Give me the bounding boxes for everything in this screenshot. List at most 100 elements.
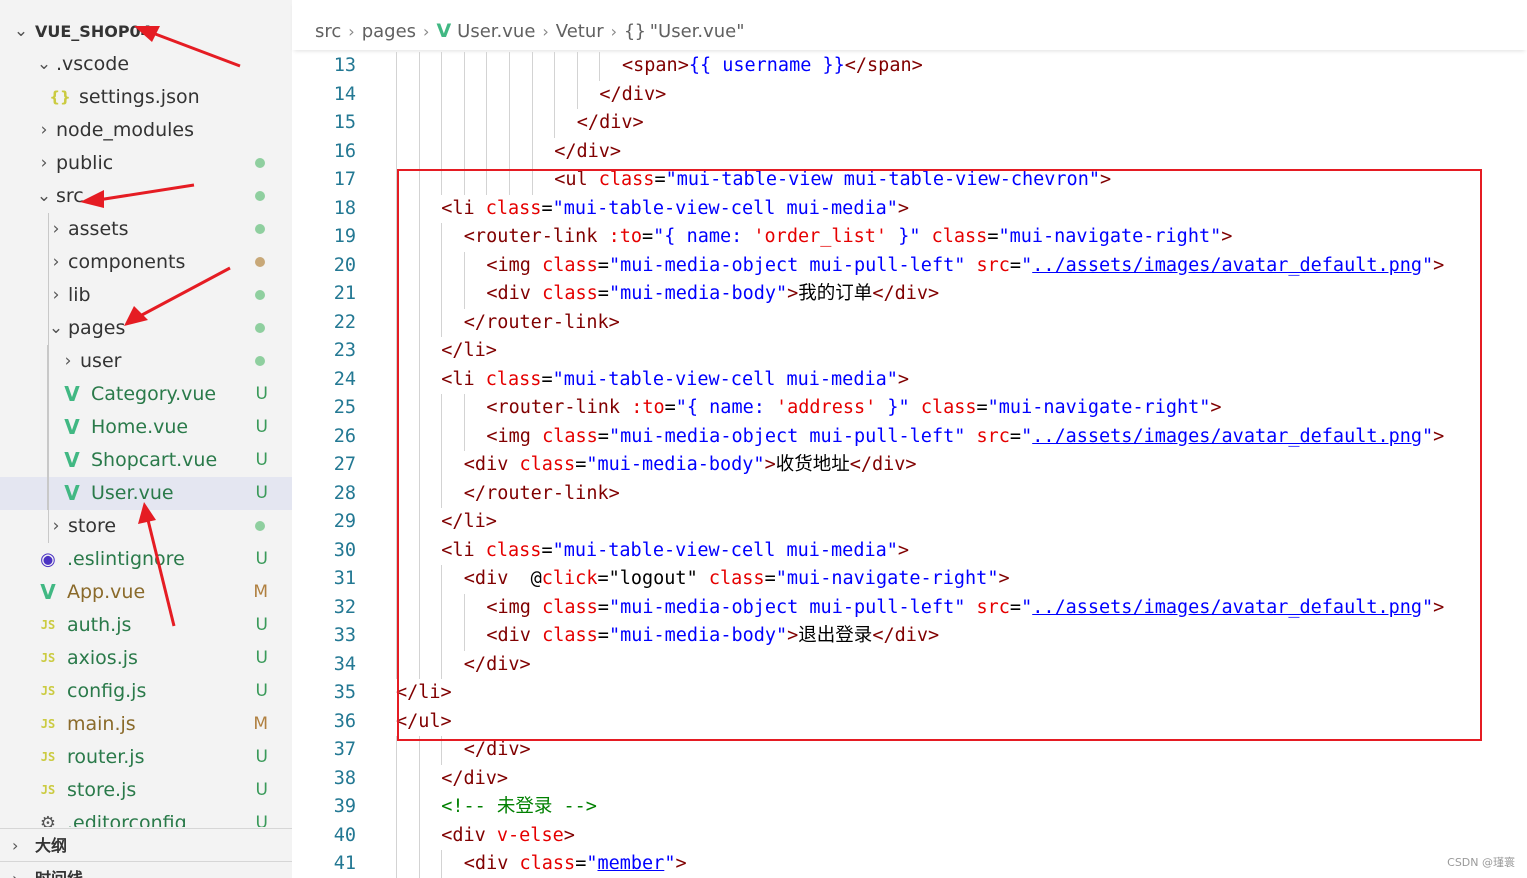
tree-item-auth-js[interactable]: JS auth.js U bbox=[0, 609, 292, 642]
breadcrumb-item-vetur[interactable]: Vetur bbox=[556, 21, 604, 42]
indent-guide bbox=[463, 80, 465, 109]
tree-item-user-vue[interactable]: V User.vue U bbox=[0, 477, 292, 510]
code-token: <router-link bbox=[463, 226, 609, 247]
indent-guide bbox=[576, 52, 578, 81]
code-token: "mui-navigate-right" bbox=[987, 397, 1211, 418]
tree-item-node-modules[interactable]: › node_modules bbox=[0, 114, 292, 147]
code-token: " bbox=[664, 853, 676, 874]
tree-item-user[interactable]: › user bbox=[0, 345, 292, 378]
code-token: </router-link> bbox=[463, 482, 620, 504]
tree-item-router-js[interactable]: JS router.js U bbox=[0, 741, 292, 774]
code-token: = bbox=[541, 539, 553, 561]
tree-item-settings-json[interactable]: {} settings.json bbox=[0, 81, 292, 114]
code-token: {{ username }} bbox=[688, 55, 845, 76]
indent-guide bbox=[396, 764, 397, 793]
tree-item-main-js[interactable]: JS main.js M bbox=[0, 708, 292, 741]
indent-guide bbox=[418, 821, 420, 850]
indent-guide bbox=[554, 80, 556, 109]
code-content: </ul> bbox=[396, 708, 452, 737]
tree-item-public[interactable]: › public bbox=[0, 147, 292, 180]
tree-item-config-js[interactable]: JS config.js U bbox=[0, 675, 292, 708]
code-token: :to bbox=[608, 226, 643, 247]
code-token: </li> bbox=[441, 511, 497, 532]
code-token: 收货地址 bbox=[775, 454, 850, 475]
code-token: 我的订单 bbox=[798, 283, 873, 304]
code-token: <img bbox=[486, 254, 543, 276]
indent-guide bbox=[418, 508, 420, 537]
code-token: "mui-media-object mui-pull-left" bbox=[608, 425, 977, 447]
tree-item-axios-js[interactable]: JS axios.js U bbox=[0, 642, 292, 675]
tree-item-components[interactable]: › components bbox=[0, 246, 292, 279]
tree-item-store[interactable]: › store bbox=[0, 510, 292, 543]
line-number: 17 bbox=[333, 169, 356, 190]
tree-item-shopcart-vue[interactable]: V Shopcart.vue U bbox=[0, 444, 292, 477]
code-token: <span> bbox=[622, 55, 689, 76]
tree-item-eslintignore[interactable]: ◉ .eslintignore U bbox=[0, 543, 292, 576]
git-status-badge: U bbox=[255, 681, 268, 701]
code-token: class bbox=[920, 397, 977, 418]
breadcrumb-item-src[interactable]: src bbox=[315, 21, 341, 42]
explorer-sidebar: ⌄ VUE_SHOP04 ⌄ .vscode{} settings.json › nod… bbox=[0, 0, 292, 878]
breadcrumb: src › pages › V User.vue › Vetur › {} "User.vue" bbox=[292, 0, 1527, 50]
git-status-badge: U bbox=[255, 549, 268, 569]
indent-guide bbox=[509, 80, 510, 109]
indent-guide bbox=[396, 194, 397, 223]
indent-guide bbox=[418, 536, 420, 565]
code-token: class bbox=[708, 568, 765, 589]
line-number: 14 bbox=[333, 83, 356, 105]
line-number: 25 bbox=[333, 397, 356, 418]
tree-item-lib[interactable]: › lib bbox=[0, 279, 292, 312]
breadcrumb-item-file[interactable]: User.vue bbox=[457, 21, 535, 42]
explorer-root-folder[interactable]: ⌄ VUE_SHOP04 bbox=[0, 15, 292, 48]
line-number: 34 bbox=[333, 653, 356, 675]
tree-item-label: Category.vue bbox=[91, 383, 217, 405]
indent-guide bbox=[418, 52, 420, 81]
outline-panel-header[interactable]: › 大纲 bbox=[0, 828, 292, 861]
indent-guide bbox=[396, 251, 397, 280]
indent-guide bbox=[418, 451, 420, 480]
chevron-down-icon: ⌄ bbox=[36, 186, 52, 206]
line-number: 31 bbox=[333, 568, 356, 589]
code-token: 'address' bbox=[776, 397, 877, 418]
tree-item-category-vue[interactable]: V Category.vue U bbox=[0, 378, 292, 411]
tree-item-store-js[interactable]: JS store.js U bbox=[0, 774, 292, 807]
indent-guide bbox=[396, 508, 397, 537]
tree-item-label: auth.js bbox=[67, 614, 132, 636]
breadcrumb-item-pages[interactable]: pages bbox=[362, 21, 416, 42]
git-status-badge: U bbox=[255, 813, 268, 827]
code-token: = bbox=[1009, 254, 1022, 276]
code-token: "mui-media-body" bbox=[608, 283, 788, 304]
tree-item-pages[interactable]: ⌄ pages bbox=[0, 312, 292, 345]
tree-item-label: components bbox=[68, 251, 186, 273]
code-token: " bbox=[1422, 596, 1434, 618]
code-token: > bbox=[563, 824, 575, 846]
tree-item-label: axios.js bbox=[67, 647, 138, 669]
timeline-panel-header[interactable]: › 时间线 bbox=[0, 861, 292, 878]
tree-item-vscode[interactable]: ⌄ .vscode bbox=[0, 48, 292, 81]
vue-file-icon: V bbox=[40, 580, 56, 604]
tree-item-assets[interactable]: › assets bbox=[0, 213, 292, 246]
indent-guide bbox=[486, 109, 488, 138]
tree-item-home-vue[interactable]: V Home.vue U bbox=[0, 411, 292, 444]
code-line: 38 </div> bbox=[292, 764, 1527, 793]
tree-item-editorconfig[interactable]: ⚙ .editorconfig U bbox=[0, 807, 292, 827]
indent-guide bbox=[576, 80, 578, 109]
breadcrumb-item-symbol[interactable]: "User.vue" bbox=[650, 21, 745, 42]
code-area[interactable]: 13 <span>{{ username }}</span> 14 </div> 15 <… bbox=[292, 52, 1527, 878]
indent-guide bbox=[441, 422, 443, 451]
tree-item-label: user bbox=[80, 350, 122, 372]
tree-item-src[interactable]: ⌄ src bbox=[0, 180, 292, 213]
indent-guide bbox=[396, 736, 397, 765]
git-status-dot bbox=[255, 257, 265, 267]
indent-guide bbox=[441, 109, 443, 138]
tree-item-app-vue[interactable]: V App.vue M bbox=[0, 576, 292, 609]
git-status-dot bbox=[255, 191, 265, 201]
code-token: src bbox=[976, 596, 1010, 618]
code-token: <li bbox=[441, 197, 486, 219]
line-number: 33 bbox=[333, 625, 356, 646]
code-token: "mui-table-view-cell mui-media" bbox=[552, 368, 898, 390]
code-token: <div bbox=[463, 454, 520, 475]
code-content: <router-link :to="{ name: 'address' }" c… bbox=[486, 394, 1221, 423]
code-token: class bbox=[542, 625, 598, 646]
code-token: > bbox=[675, 853, 687, 874]
